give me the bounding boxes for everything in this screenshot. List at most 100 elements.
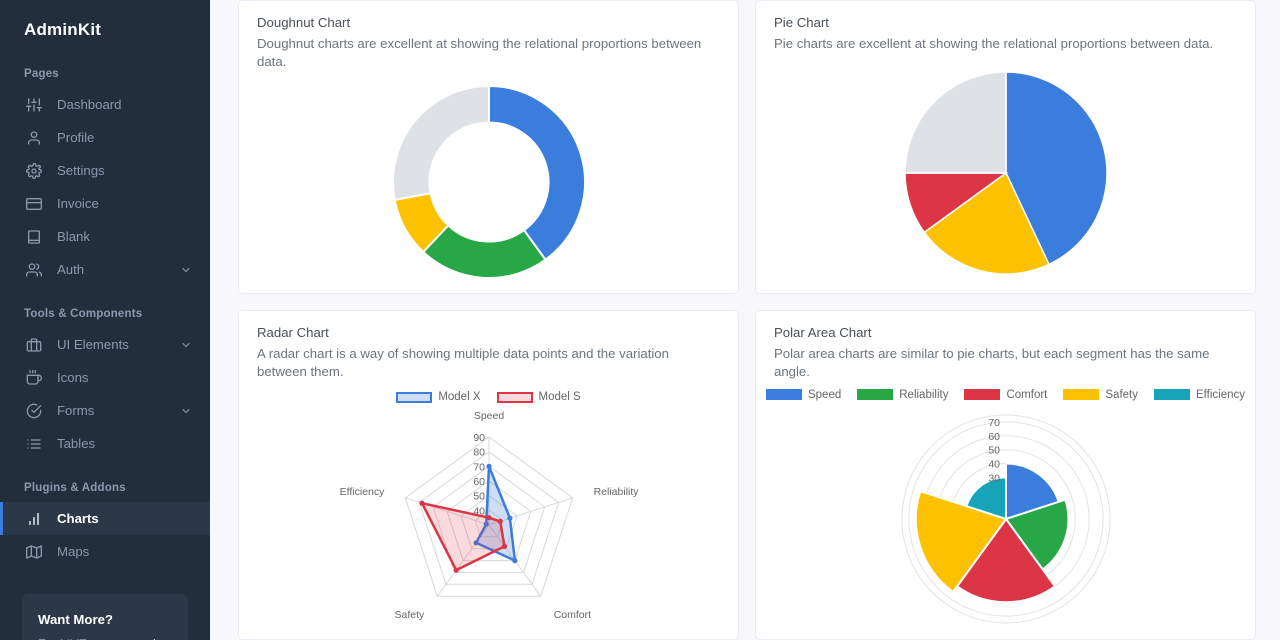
charts-grid: Doughnut Chart Doughnut charts are excel… bbox=[238, 0, 1256, 640]
radar-data-point[interactable] bbox=[497, 519, 503, 525]
radar-category-label: Safety bbox=[394, 609, 425, 621]
sidebar-item-label: Auth bbox=[57, 262, 85, 277]
radar-chart-card: Radar Chart A radar chart is a way of sh… bbox=[238, 310, 739, 640]
card-header: Polar Area Chart Polar area charts are s… bbox=[756, 311, 1255, 385]
card-subtitle: Pie charts are excellent at showing the … bbox=[774, 36, 1214, 51]
legend-item-speed[interactable]: Speed bbox=[765, 388, 842, 401]
sidebar-item-forms[interactable]: Forms bbox=[0, 394, 210, 427]
legend-item-reliability[interactable]: Reliability bbox=[857, 389, 948, 401]
polar-tick-label: 40 bbox=[988, 458, 1000, 470]
sidebar-item-tables[interactable]: Tables bbox=[0, 427, 210, 460]
sidebar-item-label: Icons bbox=[57, 370, 89, 385]
card-title: Doughnut Chart bbox=[257, 15, 351, 30]
sidebar-item-profile[interactable]: Profile bbox=[0, 121, 210, 154]
card-subtitle: Doughnut charts are excellent at showing… bbox=[257, 36, 702, 69]
sidebar-item-settings[interactable]: Settings bbox=[0, 154, 210, 187]
list-icon bbox=[25, 435, 43, 453]
legend-swatch bbox=[496, 391, 533, 403]
legend-item-efficiency[interactable]: Efficiency bbox=[1153, 388, 1245, 401]
radar-category-label: Comfort bbox=[553, 609, 590, 621]
legend-label: Comfort bbox=[1006, 388, 1048, 401]
legend-label: Efficiency bbox=[1195, 388, 1245, 401]
credit-card-icon bbox=[25, 195, 43, 213]
card-subtitle: Polar area charts are similar to pie cha… bbox=[774, 346, 1210, 379]
gear-icon bbox=[25, 162, 43, 180]
sidebar-item-ui-elements[interactable]: UI Elements bbox=[0, 328, 210, 361]
map-icon bbox=[25, 543, 43, 561]
sidebar-item-maps[interactable]: Maps bbox=[0, 535, 210, 568]
bar-chart-icon bbox=[25, 510, 43, 528]
card-body bbox=[756, 57, 1255, 293]
briefcase-icon bbox=[25, 336, 43, 354]
sidebar-item-invoice[interactable]: Invoice bbox=[0, 187, 210, 220]
radar-data-point[interactable] bbox=[453, 567, 459, 574]
card-body: Model X Model S 90 80 70 60 50 40 Speed Reliabil… bbox=[239, 385, 738, 639]
sidebar-section-header-tools: Tools & Components bbox=[24, 308, 143, 320]
card-header: Radar Chart A radar chart is a way of sh… bbox=[239, 311, 738, 385]
sidebar-item-dashboard[interactable]: Dashboard bbox=[0, 88, 210, 121]
radar-chart[interactable]: 90 80 70 60 50 40 Speed Reliability Comfort Safet… bbox=[239, 403, 738, 628]
legend-item-safety[interactable]: Safety bbox=[1063, 389, 1138, 401]
users-icon bbox=[25, 261, 43, 279]
app-root: AdminKit Pages Dashboard Profile Setting… bbox=[0, 0, 1280, 640]
legend-item-model-x[interactable]: Model X bbox=[396, 391, 481, 403]
pie-chart[interactable] bbox=[756, 67, 1255, 279]
sidebar-item-label: Forms bbox=[57, 403, 95, 418]
polar-area-chart-svg[interactable]: 70 60 5040 30 bbox=[891, 401, 1121, 631]
sidebar-item-label: Settings bbox=[57, 163, 105, 178]
promo-card: Want More? For LIVE support and more bbox=[22, 594, 188, 640]
sidebar-item-auth[interactable]: Auth bbox=[0, 253, 210, 286]
promo-text: For LIVE support and more bbox=[38, 636, 172, 640]
radar-tick-label: 50 bbox=[473, 491, 485, 503]
chevron-down-icon bbox=[180, 339, 192, 351]
sidebar-item-label: Blank bbox=[57, 229, 90, 244]
radar-chart-legend[interactable]: Model X Model S bbox=[396, 391, 581, 403]
polar-area-chart-card: Polar Area Chart Polar area charts are s… bbox=[755, 310, 1256, 640]
book-icon bbox=[25, 228, 43, 246]
polar-area-chart-legend[interactable]: Speed Reliability Comfort Safety Efficiency bbox=[765, 388, 1245, 401]
doughnut-segment-grey[interactable] bbox=[391, 84, 490, 201]
radar-data-point[interactable] bbox=[485, 464, 492, 470]
legend-label: Speed bbox=[807, 388, 842, 401]
radar-data-point[interactable] bbox=[418, 500, 425, 507]
pie-chart-svg[interactable] bbox=[900, 67, 1112, 279]
polar-tick-label: 50 bbox=[988, 445, 1000, 457]
radar-tick-label: 80 bbox=[473, 447, 485, 459]
sidebar-item-label: Dashboard bbox=[57, 97, 122, 112]
sidebar-item-label: Profile bbox=[57, 130, 95, 145]
radar-data-point[interactable] bbox=[485, 515, 492, 521]
legend-item-comfort[interactable]: Comfort bbox=[964, 389, 1047, 401]
doughnut-segment-blue[interactable] bbox=[487, 84, 586, 261]
sidebar-item-label: UI Elements bbox=[57, 337, 129, 352]
radar-data-point[interactable] bbox=[511, 558, 517, 564]
polar-tick-label: 70 bbox=[988, 417, 1000, 429]
legend-swatch bbox=[857, 389, 894, 401]
brand-logo[interactable]: AdminKit bbox=[0, 0, 210, 46]
legend-item-model-s[interactable]: Model S bbox=[496, 391, 581, 403]
card-title: Radar Chart bbox=[257, 325, 329, 340]
card-subtitle: A radar chart is a way of showing multip… bbox=[257, 346, 669, 379]
doughnut-chart[interactable] bbox=[239, 76, 738, 288]
doughnut-chart-svg[interactable] bbox=[383, 76, 595, 288]
card-header: Pie Chart Pie charts are excellent at sh… bbox=[756, 1, 1255, 57]
radar-chart-svg[interactable]: 908070605040SpeedReliabilityComfortSafet… bbox=[319, 403, 659, 628]
legend-swatch bbox=[765, 389, 802, 401]
sidebar: AdminKit Pages Dashboard Profile Setting… bbox=[0, 0, 210, 640]
legend-swatch bbox=[1153, 389, 1190, 401]
coffee-icon bbox=[25, 369, 43, 387]
card-title: Polar Area Chart bbox=[774, 325, 872, 340]
sidebar-item-label: Maps bbox=[57, 544, 90, 559]
chevron-down-icon bbox=[180, 405, 192, 417]
sidebar-item-icons[interactable]: Icons bbox=[0, 361, 210, 394]
promo-title: Want More? bbox=[38, 612, 113, 627]
radar-data-point[interactable] bbox=[501, 544, 507, 550]
user-icon bbox=[25, 129, 43, 147]
sidebar-item-blank[interactable]: Blank bbox=[0, 220, 210, 253]
pie-segment-grey[interactable] bbox=[903, 71, 1007, 174]
sidebar-item-label: Invoice bbox=[57, 196, 99, 211]
sidebar-item-charts[interactable]: Charts bbox=[0, 502, 210, 535]
radar-data-point[interactable] bbox=[506, 515, 512, 522]
legend-swatch bbox=[1063, 389, 1100, 401]
polar-area-chart[interactable]: 70 60 50 40 30 bbox=[756, 401, 1255, 631]
sidebar-section-header-plugins: Plugins & Addons bbox=[24, 482, 126, 494]
